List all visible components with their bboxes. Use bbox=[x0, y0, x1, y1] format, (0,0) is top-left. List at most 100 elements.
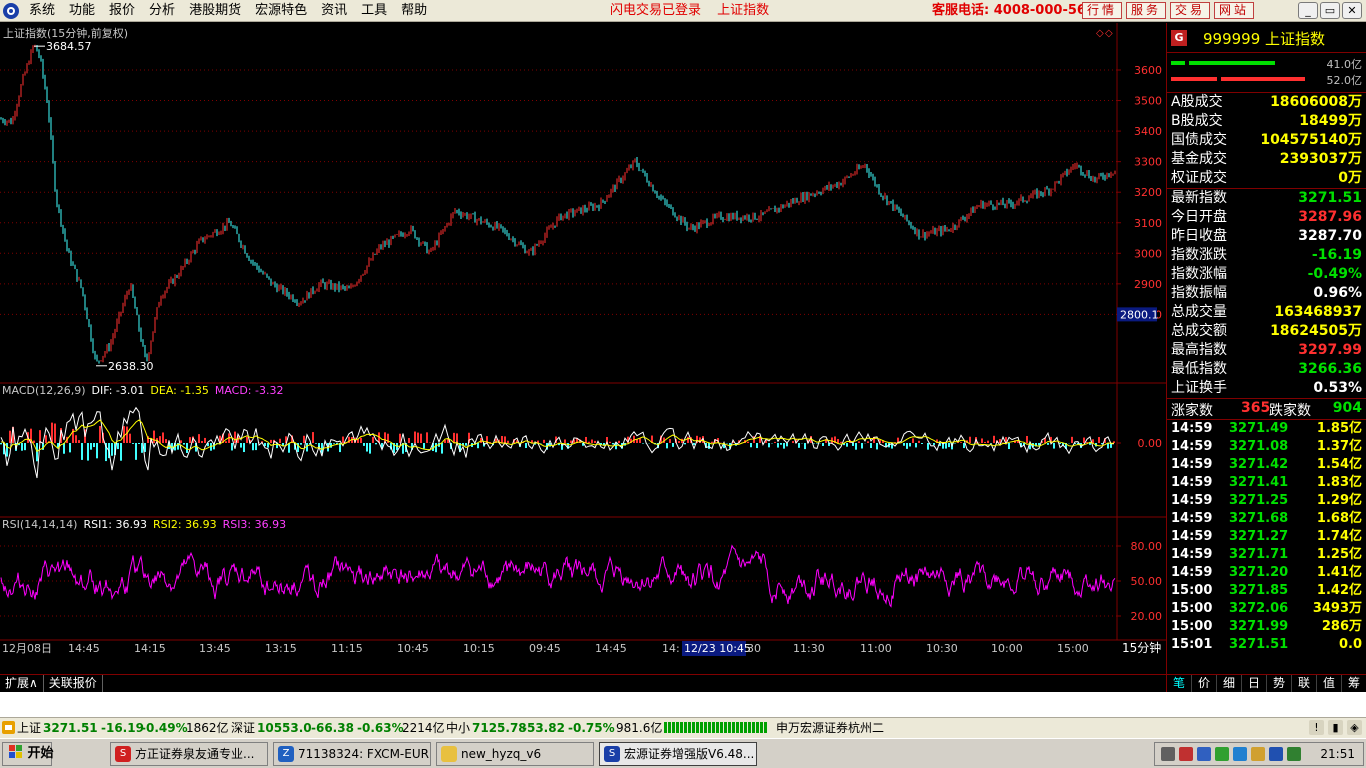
volume-label: 基金成交 bbox=[1171, 151, 1227, 167]
update-icon[interactable] bbox=[1251, 747, 1265, 761]
menu-hongyuan-special[interactable]: 宏源特色 bbox=[248, 0, 314, 22]
volume-row: 权证成交 0万 bbox=[1167, 169, 1366, 188]
taskbar-item-folder[interactable]: new_hyzq_v6 bbox=[436, 742, 594, 766]
tick-row[interactable]: 14:59 3271.49 1.85亿 bbox=[1167, 420, 1366, 438]
tick-row[interactable]: 15:00 3271.85 1.42亿 bbox=[1167, 582, 1366, 600]
tick-time: 14:59 bbox=[1171, 511, 1213, 526]
panel-tab[interactable]: 价 bbox=[1192, 675, 1217, 692]
windows-logo-icon bbox=[9, 745, 22, 758]
taskbar-item-hongyuan[interactable]: S 宏源证券增强版V6.48... bbox=[599, 742, 757, 766]
volume-icon[interactable] bbox=[1233, 747, 1247, 761]
quote-row: 最高指数 3297.99 bbox=[1167, 341, 1366, 360]
panel-tab[interactable]: 笔 bbox=[1167, 675, 1192, 692]
tick-volume: 1.83亿 bbox=[1316, 475, 1362, 490]
taskbar-item-fangzheng[interactable]: S 方正证券泉友通专业... bbox=[110, 742, 268, 766]
tick-row[interactable]: 14:59 3271.71 1.25亿 bbox=[1167, 546, 1366, 564]
close-button[interactable]: ✕ bbox=[1342, 2, 1362, 19]
tick-list[interactable]: 14:59 3271.49 1.85亿 14:59 3271.08 1.37亿 14:59 3… bbox=[1167, 420, 1366, 654]
sme-index-label[interactable]: 中小 bbox=[446, 718, 470, 738]
price-axis-label: 3100 bbox=[1134, 217, 1162, 230]
tick-row[interactable]: 14:59 3271.27 1.74亿 bbox=[1167, 528, 1366, 546]
tick-row[interactable]: 14:59 3271.20 1.41亿 bbox=[1167, 564, 1366, 582]
related-quotes-tab[interactable]: 关联报价 bbox=[44, 675, 103, 692]
connection-level-meter bbox=[664, 722, 767, 733]
security-name: 999999 上证指数 bbox=[1203, 30, 1326, 48]
tick-row[interactable]: 14:59 3271.25 1.29亿 bbox=[1167, 492, 1366, 510]
flash-trade-status[interactable]: 闪电交易已登录 bbox=[610, 3, 701, 18]
sub-tabs: 扩展∧ 关联报价 bbox=[0, 674, 1366, 692]
menu-hk-futures[interactable]: 港股期货 bbox=[182, 0, 248, 22]
network-icon[interactable] bbox=[1197, 747, 1211, 761]
minimize-button[interactable]: _ bbox=[1298, 2, 1318, 19]
menu-system[interactable]: 系统 bbox=[22, 0, 62, 22]
low-price-label: 2638.30 bbox=[108, 360, 154, 373]
menu-analysis[interactable]: 分析 bbox=[142, 0, 182, 22]
tick-time: 14:59 bbox=[1171, 565, 1213, 580]
lock-icon[interactable]: ◈ bbox=[1347, 720, 1362, 735]
tick-volume: 1.42亿 bbox=[1316, 583, 1362, 598]
signal-icon[interactable]: ▮ bbox=[1328, 720, 1343, 735]
quote-value: -0.49% bbox=[1307, 266, 1362, 282]
menu-help[interactable]: 帮助 bbox=[394, 0, 434, 22]
info-icon[interactable]: ! bbox=[1309, 720, 1324, 735]
task-label: new_hyzq_v6 bbox=[461, 747, 542, 761]
kline-chart[interactable]: 3600350034003300320031003000290028002800… bbox=[0, 23, 1166, 657]
website-button[interactable]: 网站 bbox=[1214, 2, 1254, 19]
sz-index-label[interactable]: 深证 bbox=[231, 718, 255, 738]
security-badge: G bbox=[1171, 30, 1187, 46]
chart-area[interactable]: 3600350034003300320031003000290028002800… bbox=[0, 23, 1166, 703]
quote-row: 指数涨幅 -0.49% bbox=[1167, 265, 1366, 284]
trading-app-window: 系统 功能 报价 分析 港股期货 宏源特色 资讯 工具 帮助 闪电交易已登录 上… bbox=[0, 0, 1366, 768]
sh-index-label[interactable]: 上证 bbox=[17, 718, 41, 738]
menu-news[interactable]: 资讯 bbox=[314, 0, 354, 22]
tick-time: 14:59 bbox=[1171, 439, 1213, 454]
volume-label: 国债成交 bbox=[1171, 132, 1227, 148]
tick-row[interactable]: 15:01 3271.51 0.0 bbox=[1167, 636, 1366, 654]
tick-row[interactable]: 15:00 3272.06 3493万 bbox=[1167, 600, 1366, 618]
panel-tab[interactable]: 势 bbox=[1267, 675, 1292, 692]
menu-functions[interactable]: 功能 bbox=[62, 0, 102, 22]
clock: 21:51 bbox=[1320, 747, 1355, 761]
panel-tab[interactable]: 细 bbox=[1217, 675, 1242, 692]
tick-price: 3271.99 bbox=[1229, 619, 1289, 634]
menu-quotes[interactable]: 报价 bbox=[102, 0, 142, 22]
task-label: 71138324: FXCM-EURD... bbox=[298, 747, 430, 761]
panel-tab[interactable]: 筹 bbox=[1342, 675, 1366, 692]
price-axis-label: 3300 bbox=[1134, 156, 1162, 169]
tick-row[interactable]: 15:00 3271.99 286万 bbox=[1167, 618, 1366, 636]
expand-tab[interactable]: 扩展∧ bbox=[0, 675, 44, 692]
tick-volume: 286万 bbox=[1321, 619, 1362, 634]
volume-row: A股成交 18606008万 bbox=[1167, 93, 1366, 112]
tick-time: 14:59 bbox=[1171, 475, 1213, 490]
quote-value: 3287.70 bbox=[1298, 228, 1362, 244]
taskbar-item-fxcm[interactable]: Z 71138324: FXCM-EURD... bbox=[273, 742, 431, 766]
security-icon[interactable] bbox=[1215, 747, 1229, 761]
bluetooth-icon[interactable] bbox=[1269, 747, 1283, 761]
quote-value: 3266.36 bbox=[1298, 361, 1362, 377]
quote-label: 指数涨跌 bbox=[1171, 247, 1227, 263]
tick-row[interactable]: 14:59 3271.08 1.37亿 bbox=[1167, 438, 1366, 456]
panel-tab[interactable]: 值 bbox=[1317, 675, 1342, 692]
menu-tools[interactable]: 工具 bbox=[354, 0, 394, 22]
trade-button[interactable]: 交易 bbox=[1170, 2, 1210, 19]
market-button[interactable]: 行情 bbox=[1082, 2, 1122, 19]
restore-button[interactable]: ▭ bbox=[1320, 2, 1340, 19]
flag-icon[interactable] bbox=[1179, 747, 1193, 761]
antivirus-icon[interactable] bbox=[1287, 747, 1301, 761]
tick-row[interactable]: 14:59 3271.42 1.54亿 bbox=[1167, 456, 1366, 474]
tick-row[interactable]: 14:59 3271.68 1.68亿 bbox=[1167, 510, 1366, 528]
rsi2-value: RSI2: 36.93 bbox=[153, 518, 217, 531]
service-button[interactable]: 服务 bbox=[1126, 2, 1166, 19]
period-label: 15分钟 bbox=[1122, 640, 1161, 655]
tick-row[interactable]: 14:59 3271.41 1.83亿 bbox=[1167, 474, 1366, 492]
quote-label: 今日开盘 bbox=[1171, 209, 1227, 225]
start-button[interactable]: 开始 bbox=[2, 742, 54, 766]
panel-tab[interactable]: 联 bbox=[1292, 675, 1317, 692]
system-tray: 21:51 bbox=[1154, 742, 1364, 766]
crosshair-value: 2800.1 bbox=[1120, 308, 1159, 321]
keyboard-icon[interactable] bbox=[1161, 747, 1175, 761]
main-menu: 系统 功能 报价 分析 港股期货 宏源特色 资讯 工具 帮助 bbox=[22, 0, 434, 22]
quote-value: 0.96% bbox=[1313, 285, 1362, 301]
macd-value: MACD: -3.32 bbox=[214, 384, 284, 397]
panel-tab[interactable]: 日 bbox=[1242, 675, 1267, 692]
